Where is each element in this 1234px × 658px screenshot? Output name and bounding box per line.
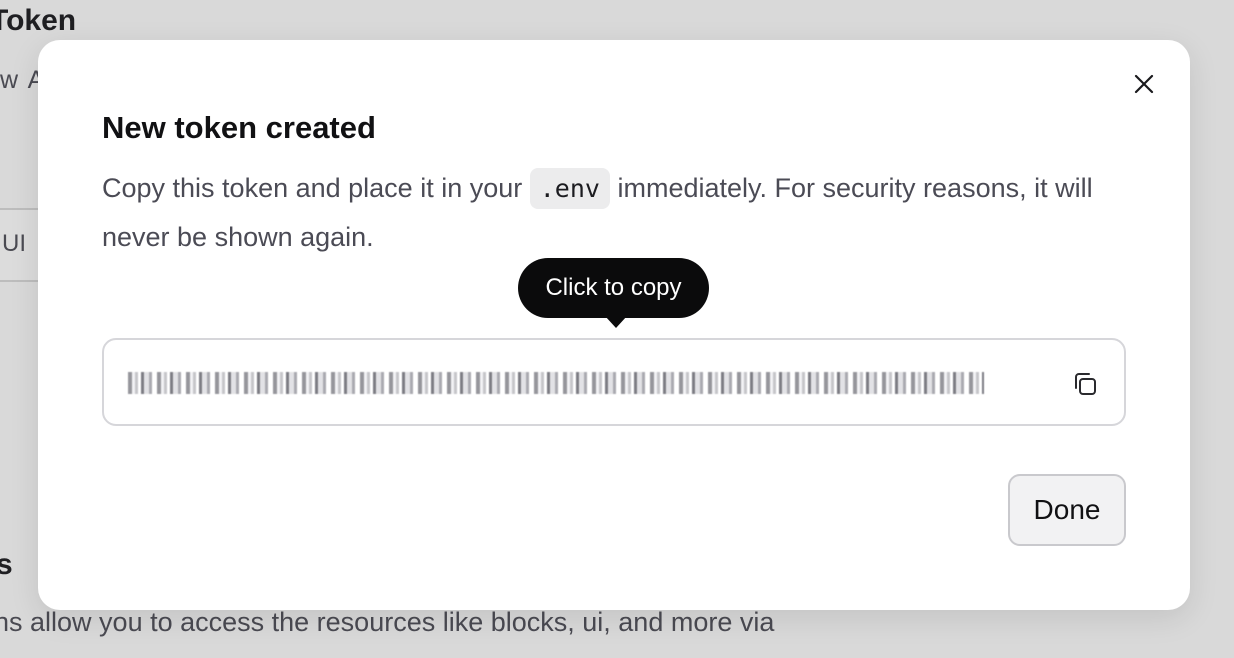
copy-button[interactable]: [1068, 367, 1102, 401]
close-icon: [1134, 74, 1154, 94]
dialog-title: New token created: [102, 110, 376, 145]
env-code-chip: .env: [529, 168, 610, 209]
background-section-description: ns allow you to access the resources lik…: [0, 607, 775, 637]
background-tab-label: UI: [2, 230, 26, 257]
copy-tooltip: Click to copy: [518, 258, 709, 318]
background-section-heading: s: [0, 548, 13, 581]
dialog-description: Copy this token and place it in your .en…: [102, 164, 1142, 262]
token-field[interactable]: [102, 338, 1126, 426]
new-token-dialog: New token created Copy this token and pl…: [38, 40, 1190, 610]
copy-tooltip-arrow: [605, 316, 627, 328]
background-page-title: Token: [0, 4, 77, 37]
token-value-redacted: [128, 372, 984, 394]
copy-icon: [1075, 373, 1096, 395]
description-text-before: Copy this token and place it in your: [102, 173, 530, 203]
done-button[interactable]: Done: [1008, 474, 1126, 546]
close-button[interactable]: [1128, 68, 1160, 100]
